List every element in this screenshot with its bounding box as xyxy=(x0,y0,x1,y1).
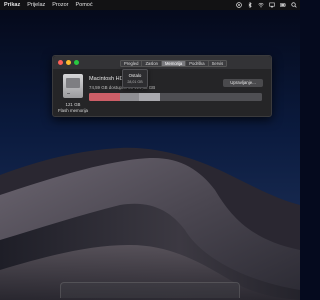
battery-icon[interactable] xyxy=(280,2,286,8)
tab-zaslon[interactable]: Zaslon xyxy=(142,61,163,66)
volume-name: Macintosh HD xyxy=(89,76,124,82)
menu-bar-status-icons xyxy=(236,0,297,10)
menu-bar: Prikaz Prijelaz Prozor Pomoć xyxy=(0,0,300,10)
menu-item-prozor[interactable]: Prozor xyxy=(52,2,68,8)
bluetooth-icon[interactable] xyxy=(247,2,253,8)
storage-usage-bar[interactable] xyxy=(89,93,262,101)
tab-pregled[interactable]: Pregled xyxy=(121,61,143,66)
desktop-wallpaper xyxy=(0,0,300,300)
menu-app-name[interactable]: Prikaz xyxy=(4,2,20,8)
tooltip-title: Ostalo xyxy=(128,73,142,78)
tab-bar: Pregled Zaslon Memorija Podrška Servis xyxy=(120,60,228,67)
storage-segment-other[interactable] xyxy=(120,93,140,101)
disk-size-label: 121 GB xyxy=(65,102,81,107)
storage-tooltip: Ostalo 28,01 GB xyxy=(122,69,148,88)
tooltip-value: 28,01 GB xyxy=(127,80,143,84)
tab-podrska[interactable]: Podrška xyxy=(186,61,209,66)
window-titlebar[interactable]: Pregled Zaslon Memorija Podrška Servis xyxy=(53,56,271,69)
search-icon[interactable] xyxy=(291,2,297,8)
manage-button[interactable]: Upravljanje... xyxy=(223,79,263,87)
close-button[interactable] xyxy=(58,59,63,65)
hard-drive-icon xyxy=(63,74,83,98)
minimize-button[interactable] xyxy=(66,59,71,65)
zoom-button[interactable] xyxy=(74,59,79,65)
wifi-icon[interactable] xyxy=(258,2,264,8)
menu-item-pomoc[interactable]: Pomoć xyxy=(75,2,92,8)
tab-memorija[interactable]: Memorija xyxy=(162,61,187,66)
tab-servis[interactable]: Servis xyxy=(209,61,227,66)
storage-segment-apps[interactable] xyxy=(139,93,160,101)
screen-mirroring-icon[interactable] xyxy=(269,2,275,8)
menu-item-prijelaz[interactable]: Prijelaz xyxy=(27,2,45,8)
dock[interactable] xyxy=(60,282,240,298)
disk-type-label: Flash memorija xyxy=(57,108,88,113)
menu-bar-items: Prikaz Prijelaz Prozor Pomoć xyxy=(4,2,93,8)
about-this-mac-window: Pregled Zaslon Memorija Podrška Servis 1… xyxy=(52,55,272,117)
storage-segment-system[interactable] xyxy=(89,93,121,101)
window-controls xyxy=(58,59,79,65)
siri-icon[interactable] xyxy=(236,2,242,8)
